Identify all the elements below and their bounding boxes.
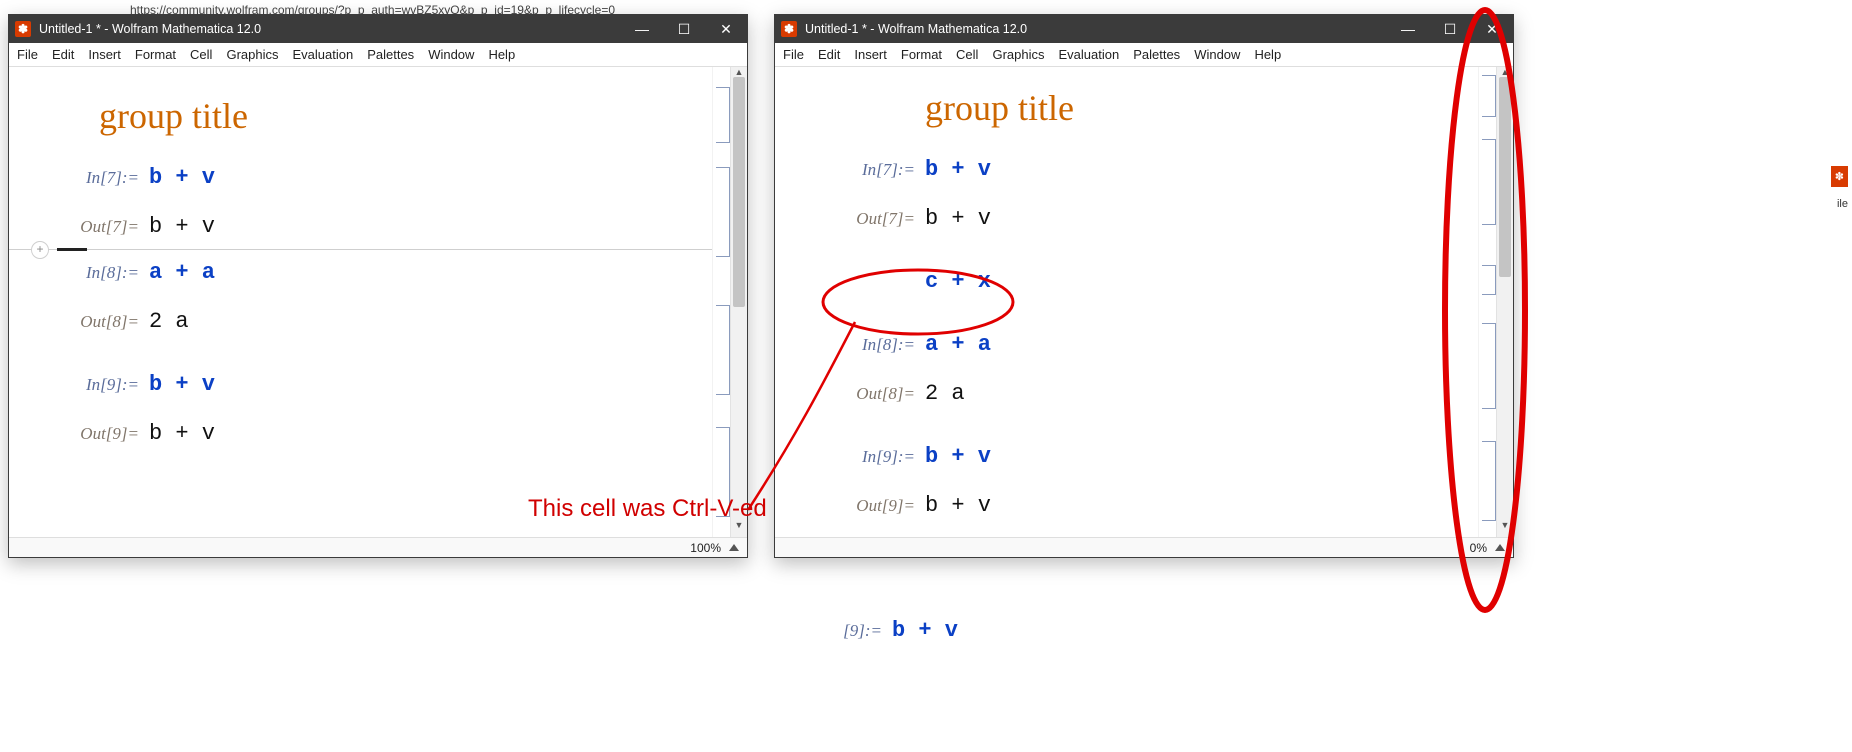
in-row-8[interactable]: In[8]:= a + a bbox=[59, 260, 682, 285]
in-expr-9[interactable]: b + v bbox=[149, 372, 215, 397]
window-left: ✽ Untitled-1 * - Wolfram Mathematica 12.… bbox=[8, 14, 748, 558]
menu-insert[interactable]: Insert bbox=[88, 47, 121, 62]
menu-edit[interactable]: Edit bbox=[52, 47, 74, 62]
cell-bracket-column-left[interactable] bbox=[712, 67, 730, 537]
menu-palettes[interactable]: Palettes bbox=[1133, 47, 1180, 62]
statusbar-left: 100% bbox=[9, 537, 747, 557]
out-label-9r: Out[9]= bbox=[835, 496, 925, 516]
out-row-8r[interactable]: Out[8]= 2 a bbox=[835, 381, 1448, 406]
out-expr-9r: b + v bbox=[925, 493, 991, 518]
menu-edit[interactable]: Edit bbox=[818, 47, 840, 62]
menu-window[interactable]: Window bbox=[428, 47, 474, 62]
cell-bracket-column-right[interactable] bbox=[1478, 67, 1496, 537]
in-row-7[interactable]: In[7]:= b + v bbox=[59, 165, 682, 190]
in-row-8r[interactable]: In[8]:= a + a bbox=[835, 332, 1448, 357]
stray-cell-below: [9]:= b + v bbox=[820, 618, 958, 643]
zoom-value-right-partial[interactable]: 0% bbox=[1470, 541, 1487, 555]
section-title-right[interactable]: group title bbox=[925, 87, 1448, 129]
out-label-7r: Out[7]= bbox=[835, 209, 925, 229]
in-expr-8r[interactable]: a + a bbox=[925, 332, 991, 357]
out-label-8: Out[8]= bbox=[59, 312, 149, 332]
menu-file[interactable]: File bbox=[783, 47, 804, 62]
out-expr-7r: b + v bbox=[925, 206, 991, 231]
notebook-right: group title In[7]:= b + v Out[7]= b + v … bbox=[775, 67, 1513, 537]
out-label-9: Out[9]= bbox=[59, 424, 149, 444]
menu-format[interactable]: Format bbox=[135, 47, 176, 62]
out-row-7r[interactable]: Out[7]= b + v bbox=[835, 206, 1448, 231]
minimize-button[interactable]: — bbox=[1387, 15, 1429, 43]
notebook-content-left[interactable]: group title In[7]:= b + v Out[7]= b + v … bbox=[9, 67, 712, 537]
stray-label: [9]:= bbox=[820, 621, 892, 641]
menu-window[interactable]: Window bbox=[1194, 47, 1240, 62]
out-expr-8: 2 a bbox=[149, 309, 189, 334]
notebook-content-right[interactable]: group title In[7]:= b + v Out[7]= b + v … bbox=[775, 67, 1478, 537]
out-row-8[interactable]: Out[8]= 2 a bbox=[59, 309, 682, 334]
window-title-right: Untitled-1 * - Wolfram Mathematica 12.0 bbox=[805, 22, 1027, 36]
menu-cell[interactable]: Cell bbox=[190, 47, 212, 62]
titlebar-left[interactable]: ✽ Untitled-1 * - Wolfram Mathematica 12.… bbox=[9, 15, 747, 43]
notebook-left: group title In[7]:= b + v Out[7]= b + v … bbox=[9, 67, 747, 537]
out-label-7: Out[7]= bbox=[59, 217, 149, 237]
stray-expr: b + v bbox=[892, 618, 958, 643]
in-label-9: In[9]:= bbox=[59, 375, 149, 395]
out-expr-8r: 2 a bbox=[925, 381, 965, 406]
in-label-7r: In[7]:= bbox=[835, 160, 925, 180]
vertical-scrollbar-left[interactable]: ▲ ▼ bbox=[730, 67, 747, 537]
out-row-7[interactable]: Out[7]= b + v bbox=[59, 214, 682, 239]
vertical-scrollbar-right[interactable]: ▲ ▼ bbox=[1496, 67, 1513, 537]
in-row-9[interactable]: In[9]:= b + v bbox=[59, 372, 682, 397]
menu-palettes[interactable]: Palettes bbox=[367, 47, 414, 62]
menu-evaluation[interactable]: Evaluation bbox=[1058, 47, 1119, 62]
minimize-button[interactable]: — bbox=[621, 15, 663, 43]
menubar-left: File Edit Insert Format Cell Graphics Ev… bbox=[9, 43, 747, 67]
in-label-7: In[7]:= bbox=[59, 168, 149, 188]
in-row-7r[interactable]: In[7]:= b + v bbox=[835, 157, 1448, 182]
menu-format[interactable]: Format bbox=[901, 47, 942, 62]
menu-help[interactable]: Help bbox=[488, 47, 515, 62]
in-row-9r[interactable]: In[9]:= b + v bbox=[835, 444, 1448, 469]
in-label-8: In[8]:= bbox=[59, 263, 149, 283]
fragment-icon: ✽ bbox=[1831, 166, 1848, 187]
out-label-8r: Out[8]= bbox=[835, 384, 925, 404]
out-expr-7: b + v bbox=[149, 214, 215, 239]
wolfram-icon: ✽ bbox=[781, 21, 797, 37]
out-row-9r[interactable]: Out[9]= b + v bbox=[835, 493, 1448, 518]
in-label-9r: In[9]:= bbox=[835, 447, 925, 467]
in-expr-7r[interactable]: b + v bbox=[925, 157, 991, 182]
section-title-left[interactable]: group title bbox=[99, 95, 682, 137]
pasted-cell-expr[interactable]: c + x bbox=[925, 269, 991, 294]
maximize-button[interactable]: ☐ bbox=[663, 15, 705, 43]
zoom-menu-icon[interactable] bbox=[729, 544, 739, 551]
wolfram-icon: ✽ bbox=[15, 21, 31, 37]
fragment-file-label: ile bbox=[1837, 198, 1848, 210]
annotation-text: This cell was Ctrl-V-ed bbox=[528, 495, 767, 523]
in-expr-8[interactable]: a + a bbox=[149, 260, 215, 285]
menu-graphics[interactable]: Graphics bbox=[992, 47, 1044, 62]
window-right: ✽ Untitled-1 * - Wolfram Mathematica 12.… bbox=[774, 14, 1514, 558]
menu-file[interactable]: File bbox=[17, 47, 38, 62]
in-expr-9r[interactable]: b + v bbox=[925, 444, 991, 469]
menubar-right: File Edit Insert Format Cell Graphics Ev… bbox=[775, 43, 1513, 67]
close-button[interactable]: ✕ bbox=[1471, 15, 1513, 43]
in-label-8r: In[8]:= bbox=[835, 335, 925, 355]
menu-help[interactable]: Help bbox=[1254, 47, 1281, 62]
cell-insertion-bar[interactable] bbox=[9, 249, 712, 250]
menu-cell[interactable]: Cell bbox=[956, 47, 978, 62]
zoom-menu-icon[interactable] bbox=[1495, 544, 1505, 551]
pasted-cell-row[interactable]: c + x bbox=[835, 269, 1448, 294]
titlebar-right[interactable]: ✽ Untitled-1 * - Wolfram Mathematica 12.… bbox=[775, 15, 1513, 43]
menu-evaluation[interactable]: Evaluation bbox=[292, 47, 353, 62]
out-row-9[interactable]: Out[9]= b + v bbox=[59, 421, 682, 446]
maximize-button[interactable]: ☐ bbox=[1429, 15, 1471, 43]
statusbar-right: 0% bbox=[775, 537, 1513, 557]
menu-graphics[interactable]: Graphics bbox=[226, 47, 278, 62]
menu-insert[interactable]: Insert bbox=[854, 47, 887, 62]
close-button[interactable]: ✕ bbox=[705, 15, 747, 43]
window-title-left: Untitled-1 * - Wolfram Mathematica 12.0 bbox=[39, 22, 261, 36]
out-expr-9: b + v bbox=[149, 421, 215, 446]
in-expr-7[interactable]: b + v bbox=[149, 165, 215, 190]
zoom-value-left[interactable]: 100% bbox=[690, 541, 721, 555]
